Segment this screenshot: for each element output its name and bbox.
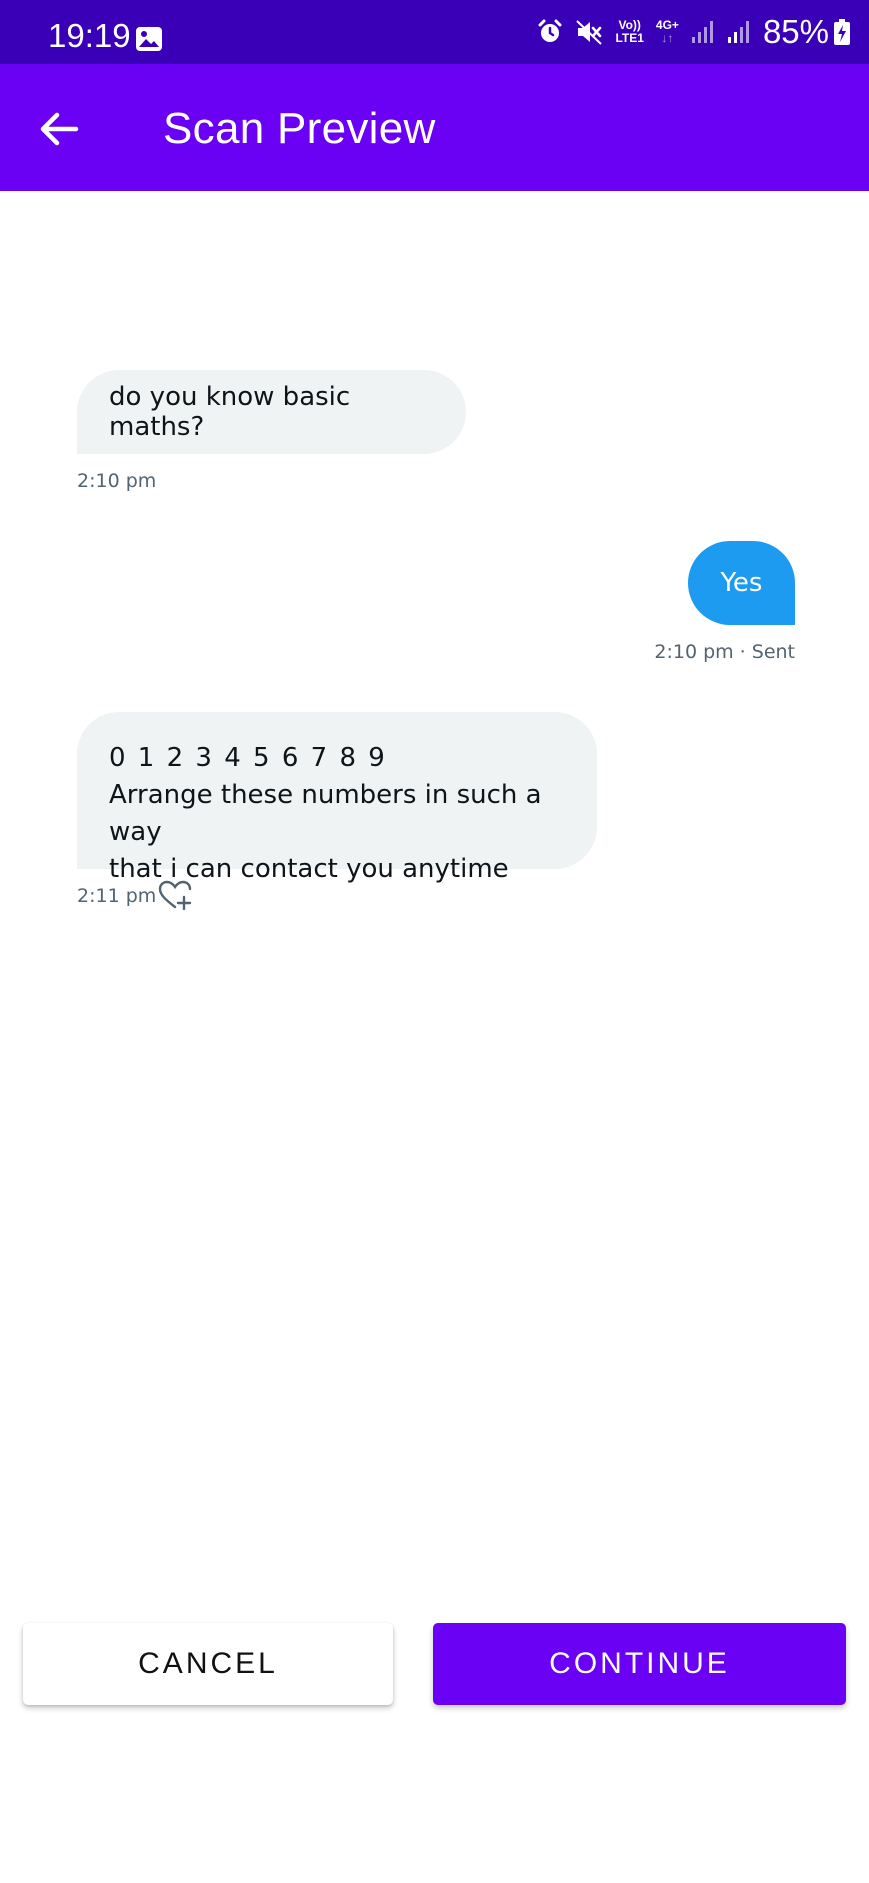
message-text-line: 0 1 2 3 4 5 6 7 8 9 [109, 743, 387, 773]
message-text: Yes [720, 568, 763, 598]
cancel-button[interactable]: CANCEL [23, 1623, 393, 1705]
back-button[interactable] [30, 100, 88, 158]
data-type-indicator: 4G+ ↓↑ [656, 19, 679, 45]
app-bar: Scan Preview [0, 64, 869, 191]
lte-label: LTE1 [615, 31, 644, 45]
incoming-message: 0 1 2 3 4 5 6 7 8 9 Arrange these number… [77, 712, 597, 884]
mute-icon [575, 19, 603, 45]
message-text: do you know basic maths? [109, 382, 351, 442]
gallery-icon [136, 27, 162, 51]
status-time: 19:19 [48, 17, 131, 54]
page-title: Scan Preview [163, 104, 436, 153]
battery-charging-icon [833, 18, 851, 46]
signal-icon [691, 20, 715, 44]
message-timestamp: 2:10 pm [77, 470, 157, 492]
arrow-left-icon [40, 112, 79, 146]
signal-icon [727, 20, 751, 44]
alarm-icon [537, 19, 563, 45]
message-text-line: Arrange these numbers in such a way [109, 780, 542, 847]
message-timestamp: 2:10 pm · Sent [654, 641, 795, 663]
incoming-message: do you know basic maths? [77, 370, 466, 454]
outgoing-message: Yes [688, 541, 795, 625]
volte-indicator: Vo)) LTE1 [615, 19, 643, 45]
continue-button[interactable]: CONTINUE [433, 1623, 846, 1705]
message-timestamp: 2:11 pm [77, 885, 157, 907]
status-bar: 19:19 Vo)) LTE1 4G+ ↓↑ 85% [0, 0, 869, 64]
heart-plus-icon[interactable] [158, 880, 192, 910]
data-arrows-icon: ↓↑ [661, 31, 674, 45]
battery-percent: 85% [762, 13, 829, 50]
status-icons: Vo)) LTE1 4G+ ↓↑ 85% [525, 13, 851, 50]
